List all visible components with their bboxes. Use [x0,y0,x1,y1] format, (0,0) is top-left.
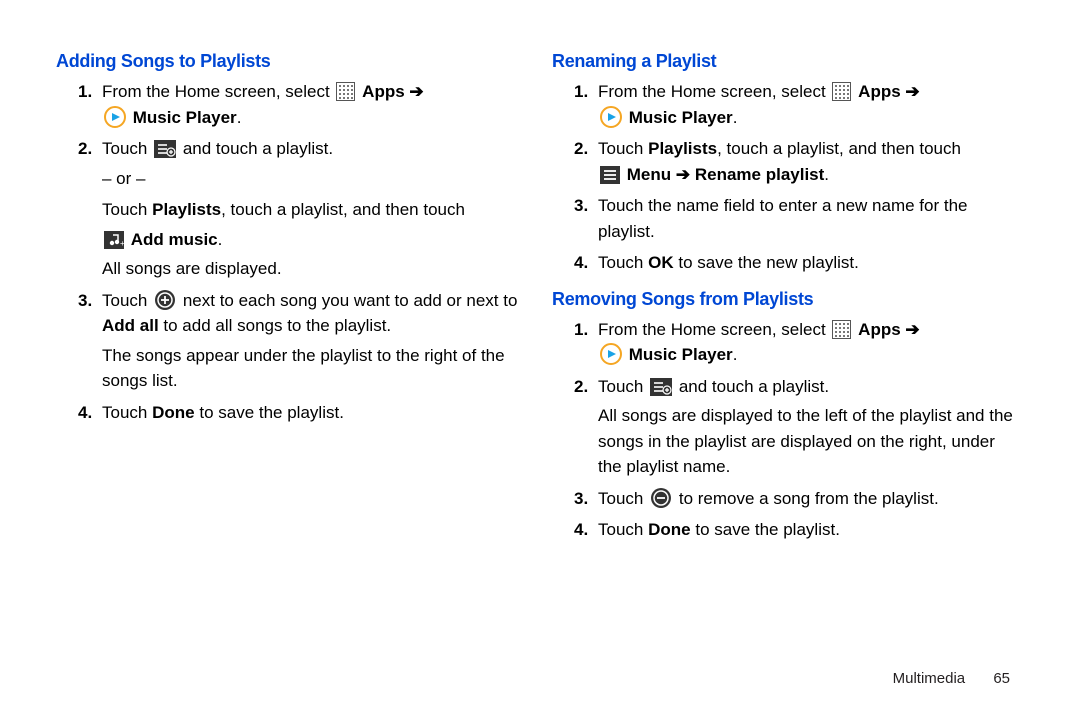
apps-grid-icon [336,82,355,101]
playlist-add-icon [154,140,176,158]
add-music-icon: + [104,231,124,249]
left-step-4: Touch Done to save the playlist. [78,400,524,426]
music-player-icon [600,343,622,365]
playlist-add-icon [650,378,672,396]
svg-text:+: + [120,239,124,248]
apps-grid-icon [832,320,851,339]
menu-icon [600,166,620,184]
section-title-removing: Removing Songs from Playlists [552,286,1020,313]
left-step-1: From the Home screen, select Apps ➔ Musi… [78,79,524,130]
remove-step-4: Touch Done to save the playlist. [574,517,1020,543]
remove-step-2: Touch and touch a playlist. All songs ar… [574,374,1020,480]
right-column: Renaming a Playlist From the Home screen… [552,48,1020,684]
left-step-2: Touch and touch a playlist. – or – Touch… [78,136,524,282]
section-title-renaming: Renaming a Playlist [552,48,1020,75]
music-player-icon [104,106,126,128]
circle-minus-icon [650,487,672,509]
page-footer: Multimedia 65 [893,668,1010,691]
music-player-icon [600,106,622,128]
chapter-label: Multimedia [893,670,966,687]
circle-plus-icon [154,289,176,311]
rename-step-1: From the Home screen, select Apps ➔ Musi… [574,79,1020,130]
remove-step-1: From the Home screen, select Apps ➔ Musi… [574,317,1020,368]
left-column: Adding Songs to Playlists From the Home … [56,48,524,684]
section-title-adding: Adding Songs to Playlists [56,48,524,75]
rename-step-2: Touch Playlists, touch a playlist, and t… [574,136,1020,187]
rename-step-4: Touch OK to save the new playlist. [574,250,1020,276]
rename-step-3: Touch the name field to enter a new name… [574,193,1020,244]
apps-grid-icon [832,82,851,101]
left-step-3: Touch next to each song you want to add … [78,288,524,394]
page-number: 65 [993,670,1010,687]
remove-step-3: Touch to remove a song from the playlist… [574,486,1020,512]
